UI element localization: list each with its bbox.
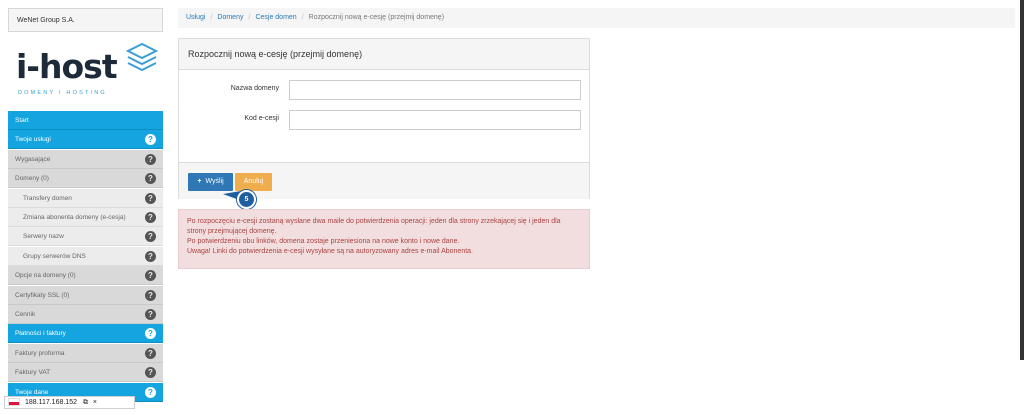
- sidebar-item[interactable]: Cennik?: [8, 305, 163, 324]
- scrollbar[interactable]: [1020, 0, 1024, 360]
- plus-icon: +: [197, 178, 202, 185]
- form-row-domain: Nazwa domeny: [179, 80, 589, 100]
- sidebar-item-label: Twoje usługi: [15, 136, 51, 144]
- breadcrumb-link-transfers[interactable]: Cesje domen: [255, 14, 296, 21]
- help-icon[interactable]: ?: [145, 231, 156, 243]
- sidebar-item-label: Cennik: [15, 311, 36, 318]
- sidebar-item[interactable]: Domeny (0)?: [8, 169, 163, 189]
- help-icon[interactable]: ?: [145, 386, 156, 398]
- sidebar-item-label: Faktury proforma: [15, 349, 65, 357]
- ip-address: 188.117.168.152: [24, 399, 77, 406]
- breadcrumb-link-services[interactable]: Usługi: [186, 14, 205, 21]
- sidebar-item[interactable]: Faktury proforma?: [8, 343, 163, 363]
- sidebar-item-label: Wygasające: [15, 155, 51, 163]
- domain-name-input[interactable]: [289, 80, 581, 100]
- sidebar-item-label: Twoje dane: [15, 388, 49, 396]
- ecesja-code-label: Kod e-cesji: [244, 115, 279, 122]
- sidebar-item[interactable]: Twoje usługi?: [8, 130, 163, 150]
- sidebar-item-label: Start: [15, 117, 29, 124]
- ip-bar: 188.117.168.152 ⧉ ×: [4, 396, 135, 409]
- sidebar-item-label: Opcje na domeny (0): [15, 272, 76, 280]
- alert-line: Po potwierdzeniu obu linków, domena zost…: [187, 238, 460, 245]
- sidebar-item-label: Płatności i faktury: [15, 330, 66, 338]
- help-icon[interactable]: ?: [145, 347, 156, 359]
- logo-tagline: DOMENY I HOSTING: [18, 90, 107, 96]
- breadcrumb-current: Rozpocznij nową e-cesję (przejmij domenę…: [308, 14, 445, 21]
- step-badge: 5: [237, 190, 256, 209]
- send-button-label: Wyślij: [205, 178, 224, 185]
- alert-line: Po rozpoczęciu e-cesji zostaną wysłane d…: [187, 218, 561, 235]
- sidebar-item[interactable]: Wygasające?: [8, 149, 163, 169]
- help-icon[interactable]: ?: [145, 328, 156, 340]
- poland-flag-icon: [8, 398, 20, 407]
- company-name: WeNet Group S.A.: [8, 8, 163, 32]
- info-alert: Po rozpoczęciu e-cesji zostaną wysłane d…: [178, 209, 590, 269]
- sidebar-item[interactable]: Serwery nazw?: [8, 227, 163, 247]
- help-icon[interactable]: ?: [145, 134, 156, 146]
- sidebar: WeNet Group S.A. i-host DOMENY I HOSTING…: [8, 0, 163, 415]
- logo[interactable]: i-host DOMENY I HOSTING: [8, 38, 163, 108]
- stack-icon: [126, 42, 158, 72]
- sidebar-item-label: Transfery domen: [23, 194, 72, 202]
- sidebar-item-label: Serwery nazw: [23, 233, 64, 241]
- help-icon[interactable]: ?: [145, 270, 156, 282]
- sidebar-item-label: Certyfikaty SSL (0): [15, 291, 70, 299]
- breadcrumb: Usługi / Domeny / Cesje domen / Rozpocznij now…: [178, 8, 1015, 28]
- copy-icon[interactable]: ⧉: [83, 399, 88, 406]
- sidebar-item[interactable]: Faktury VAT?: [8, 363, 163, 383]
- close-icon[interactable]: ×: [93, 399, 97, 406]
- sidebar-item[interactable]: Opcje na domeny (0)?: [8, 266, 163, 286]
- sidebar-item[interactable]: Certyfikaty SSL (0)?: [8, 285, 163, 305]
- logo-text: i-host: [16, 47, 118, 86]
- panel-title: Rozpocznij nową e-cesję (przejmij domenę…: [179, 39, 589, 70]
- alert-line: Uwaga! Linki do potwierdzenia e-cesji wy…: [187, 248, 473, 255]
- ecesja-form-panel: Rozpocznij nową e-cesję (przejmij domenę…: [178, 38, 590, 199]
- sidebar-item-label: Zmiana abonenta domeny (e-cesja): [23, 214, 126, 221]
- sidebar-item[interactable]: Grupy serwerów DNS?: [8, 246, 163, 266]
- help-icon[interactable]: ?: [145, 173, 156, 185]
- sidebar-item[interactable]: Transfery domen?: [8, 188, 163, 208]
- help-icon[interactable]: ?: [145, 367, 156, 379]
- form-row-code: Kod e-cesji: [179, 110, 589, 130]
- sidebar-item-label: Grupy serwerów DNS: [23, 252, 86, 260]
- breadcrumb-link-domains[interactable]: Domeny: [217, 14, 243, 21]
- domain-name-label: Nazwa domeny: [230, 85, 279, 92]
- help-icon[interactable]: ?: [145, 192, 156, 204]
- sidebar-item[interactable]: Start: [8, 111, 163, 130]
- help-icon[interactable]: ?: [145, 153, 156, 165]
- sidebar-item-label: Domeny (0): [15, 175, 49, 183]
- help-icon[interactable]: ?: [145, 250, 156, 262]
- ecesja-code-input[interactable]: [289, 110, 581, 130]
- sidebar-item-label: Faktury VAT: [15, 369, 51, 377]
- help-icon[interactable]: ?: [145, 309, 156, 320]
- sidebar-item[interactable]: Płatności i faktury?: [8, 324, 163, 344]
- help-icon[interactable]: ?: [145, 289, 156, 301]
- cancel-button[interactable]: Anuluj: [235, 173, 272, 191]
- sidebar-item[interactable]: Zmiana abonenta domeny (e-cesja)?: [8, 208, 163, 227]
- help-icon[interactable]: ?: [145, 212, 156, 223]
